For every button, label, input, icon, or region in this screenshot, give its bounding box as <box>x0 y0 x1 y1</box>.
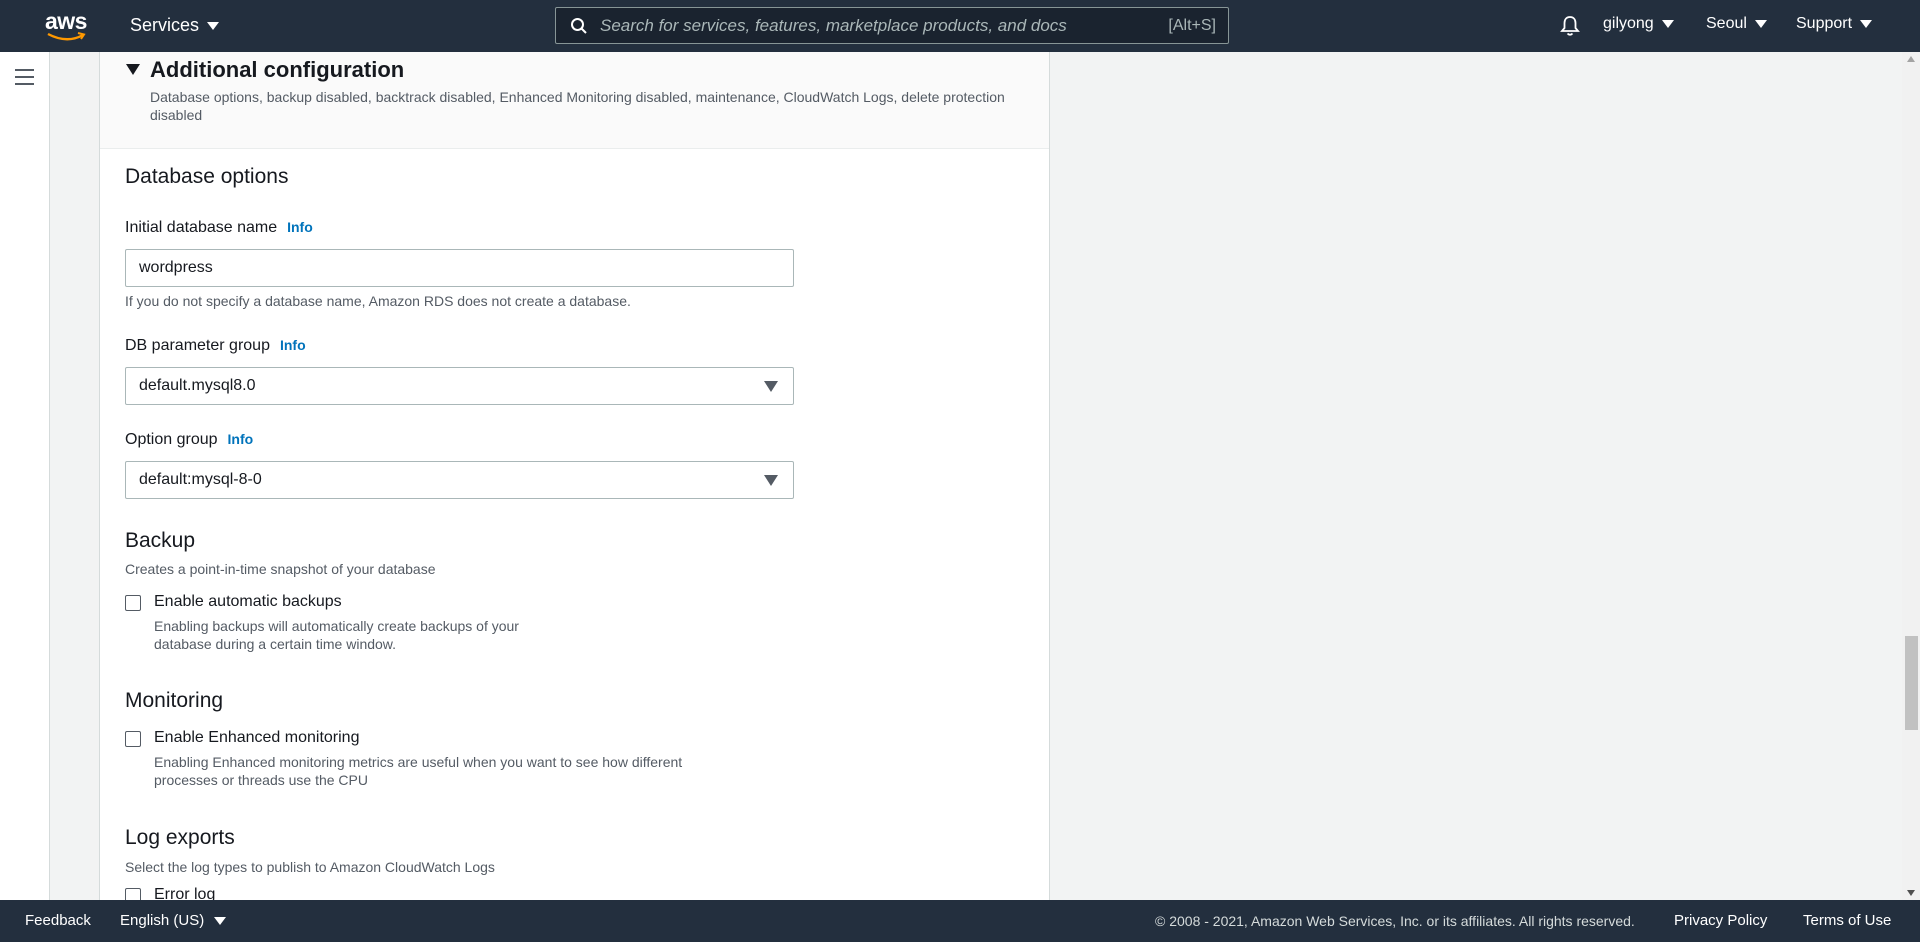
initial-db-help: If you do not specify a database name, A… <box>125 293 631 309</box>
error-log-checkbox[interactable] <box>125 888 141 900</box>
additional-configuration-panel: Additional configuration Database option… <box>99 52 1050 900</box>
info-link[interactable]: Info <box>228 431 254 447</box>
expand-triangle-icon <box>126 63 140 75</box>
language-label: English (US) <box>120 912 205 929</box>
enable-backups-label[interactable]: Enable automatic backups <box>154 593 342 611</box>
enable-backups-desc-2: database during a certain time window. <box>154 636 397 652</box>
region-menu[interactable]: Seoul <box>1706 15 1767 33</box>
info-link[interactable]: Info <box>280 337 306 353</box>
enable-backups-checkbox[interactable] <box>125 595 141 611</box>
log-exports-heading: Log exports <box>125 826 235 849</box>
initial-db-label: Initial database name Info <box>125 219 313 237</box>
option-group-label-text: Option group <box>125 431 218 448</box>
section-description: Database options, backup disabled, backt… <box>150 89 1005 123</box>
search-icon <box>571 17 587 34</box>
monitoring-heading: Monitoring <box>125 689 224 712</box>
caret-down-icon <box>1860 19 1873 28</box>
backup-heading: Backup <box>125 529 196 552</box>
support-label: Support <box>1796 15 1853 32</box>
option-group-label: Option group Info <box>125 431 253 449</box>
support-menu[interactable]: Support <box>1796 15 1873 33</box>
caret-down-icon <box>207 22 220 31</box>
panel-header[interactable]: Additional configuration Database option… <box>100 52 1049 149</box>
page-scrollbar[interactable] <box>1902 52 1920 900</box>
param-group-value: default.mysql8.0 <box>139 377 256 394</box>
user-name: gilyong <box>1603 15 1654 32</box>
param-group-select[interactable]: default.mysql8.0 <box>125 367 794 405</box>
caret-down-icon <box>1661 19 1674 28</box>
search-placeholder: Search for services, features, marketpla… <box>600 15 1067 35</box>
section-title-text: Additional configuration <box>150 57 405 82</box>
info-link[interactable]: Info <box>287 219 313 235</box>
option-group-value: default:mysql-8-0 <box>139 471 262 488</box>
initial-db-name-input[interactable]: wordpress <box>125 249 794 287</box>
caret-down-icon <box>214 917 227 926</box>
aws-smile-icon <box>47 32 86 41</box>
aws-logo-text: aws <box>45 8 87 34</box>
dropdown-arrow-icon <box>764 475 778 486</box>
privacy-policy-link[interactable]: Privacy Policy <box>1674 912 1767 929</box>
copyright-text: © 2008 - 2021, Amazon Web Services, Inc.… <box>1155 913 1635 929</box>
user-menu[interactable]: gilyong <box>1603 15 1674 33</box>
hamburger-menu-icon[interactable] <box>15 69 34 90</box>
search-bar[interactable]: Search for services, features, marketpla… <box>555 7 1229 44</box>
caret-down-icon <box>1754 19 1767 28</box>
feedback-link[interactable]: Feedback <box>25 912 91 929</box>
enhanced-monitoring-desc-1: Enabling Enhanced monitoring metrics are… <box>154 754 683 770</box>
language-selector[interactable]: English (US) <box>120 912 227 929</box>
param-group-label-text: DB parameter group <box>125 337 270 354</box>
dropdown-arrow-icon <box>764 381 778 392</box>
left-rail <box>0 52 50 900</box>
services-menu[interactable]: Services <box>130 15 220 36</box>
services-label: Services <box>130 15 200 35</box>
terms-of-use-link[interactable]: Terms of Use <box>1803 912 1891 929</box>
initial-db-label-text: Initial database name <box>125 219 278 236</box>
param-group-label: DB parameter group Info <box>125 337 306 355</box>
search-shortcut: [Alt+S] <box>1168 16 1216 34</box>
scroll-thumb[interactable] <box>1905 636 1918 730</box>
bell-icon[interactable] <box>1560 15 1580 37</box>
enable-backups-desc-1: Enabling backups will automatically crea… <box>154 618 519 634</box>
error-log-label[interactable]: Error log <box>154 886 215 900</box>
log-exports-description: Select the log types to publish to Amazo… <box>125 859 495 875</box>
aws-logo[interactable]: aws <box>45 10 91 42</box>
footer: Feedback English (US) © 2008 - 2021, Ama… <box>0 900 1920 942</box>
database-options-heading: Database options <box>125 165 289 188</box>
scroll-up-arrow-icon[interactable] <box>1907 56 1915 62</box>
section-title[interactable]: Additional configuration <box>126 57 404 83</box>
top-navigation: aws Services Search for services, featur… <box>0 0 1920 52</box>
region-name: Seoul <box>1706 15 1747 32</box>
enhanced-monitoring-checkbox[interactable] <box>125 731 141 747</box>
option-group-select[interactable]: default:mysql-8-0 <box>125 461 794 499</box>
backup-description: Creates a point-in-time snapshot of your… <box>125 561 436 577</box>
enhanced-monitoring-desc-2: processes or threads use the CPU <box>154 772 368 788</box>
enhanced-monitoring-label[interactable]: Enable Enhanced monitoring <box>154 729 359 747</box>
scroll-down-arrow-icon[interactable] <box>1907 890 1915 896</box>
